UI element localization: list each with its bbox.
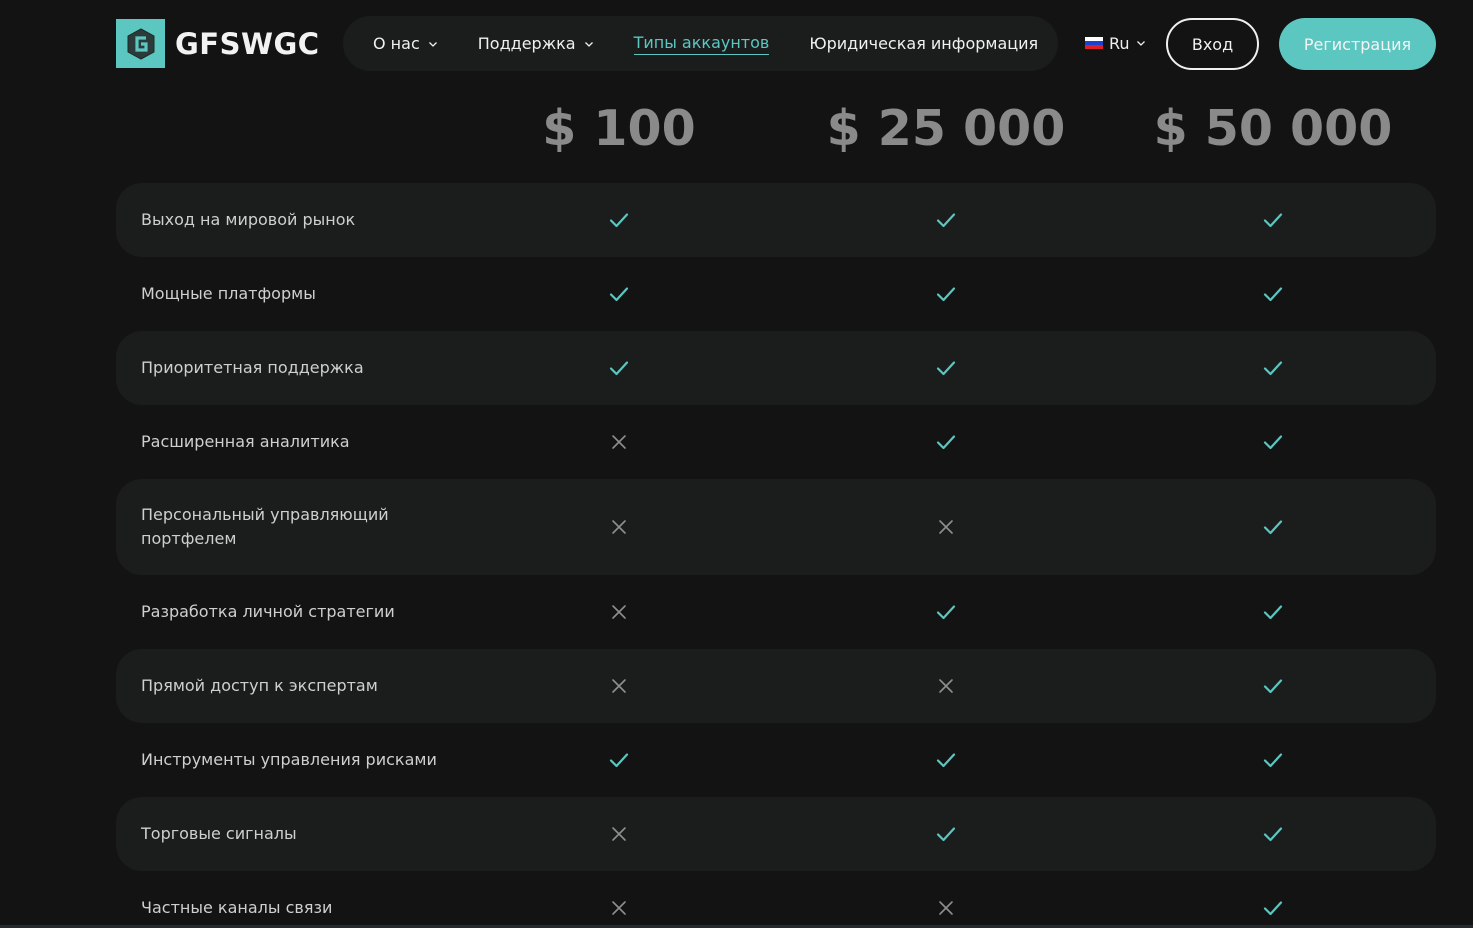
check-icon [1263,284,1283,304]
check-icon [936,750,956,770]
check-icon [936,432,956,452]
cross-icon [609,432,629,452]
check-icon [1263,432,1283,452]
table-row: Разработка личной стратегии [116,575,1436,649]
feature-label: Расширенная аналитика [141,432,350,451]
language-label: Ru [1109,33,1130,53]
plan-price-25000: $ 25 000 [826,100,1066,157]
login-button[interactable]: Вход [1166,18,1259,70]
site-header: GFSWGC О нас Поддержка Типы аккаунтов Юр… [0,0,1473,88]
check-icon [609,210,629,230]
cross-icon [936,676,956,696]
chevron-down-icon [584,41,593,47]
table-row: Прямой доступ к экспертам [116,649,1436,723]
table-row: Персональный управляющий портфелем [116,479,1436,575]
feature-label: Торговые сигналы [141,824,297,843]
table-row: Частные каналы связи [116,871,1436,928]
table-row: Расширенная аналитика [116,405,1436,479]
feature-label: Инструменты управления рисками [141,750,437,769]
logo-mark-icon [116,19,165,68]
check-icon [1263,358,1283,378]
table-row: Инструменты управления рисками [116,723,1436,797]
check-icon [1263,676,1283,696]
feature-label: Прямой доступ к экспертам [141,676,378,695]
russia-flag-icon [1085,37,1103,49]
cross-icon [609,824,629,844]
check-icon [609,284,629,304]
check-icon [1263,210,1283,230]
check-icon [936,824,956,844]
check-icon [609,358,629,378]
check-icon [1263,824,1283,844]
cross-icon [936,898,956,918]
table-row: Мощные платформы [116,257,1436,331]
check-icon [609,750,629,770]
feature-label: Разработка личной стратегии [141,602,395,621]
check-icon [936,602,956,622]
feature-label: Мощные платформы [141,284,316,303]
language-selector[interactable]: Ru [1085,32,1146,54]
check-icon [1263,602,1283,622]
chevron-down-icon [1136,41,1145,46]
table-row: Приоритетная поддержка [116,331,1436,405]
nav-item-legal-info[interactable]: Юридическая информация [809,34,1038,53]
nav-item-support[interactable]: Поддержка [478,34,594,53]
logo[interactable]: GFSWGC [116,19,320,68]
check-icon [1263,750,1283,770]
feature-label: Приоритетная поддержка [141,358,364,377]
brand-name: GFSWGC [175,26,320,61]
nav-item-about[interactable]: О нас [373,34,438,53]
feature-label: Персональный управляющий портфелем [141,505,389,548]
check-icon [1263,898,1283,918]
table-row: Торговые сигналы [116,797,1436,871]
check-icon [936,210,956,230]
feature-label: Выход на мировой рынок [141,210,356,229]
check-icon [936,284,956,304]
nav-item-account-types[interactable]: Типы аккаунтов [633,33,770,55]
check-icon [936,358,956,378]
main-nav: О нас Поддержка Типы аккаунтов Юридическ… [343,16,1058,71]
register-button[interactable]: Регистрация [1279,18,1436,70]
cross-icon [936,517,956,537]
cross-icon [609,602,629,622]
cross-icon [609,517,629,537]
plan-price-50000: $ 50 000 [1153,100,1393,157]
plan-price-100: $ 100 [542,100,696,157]
feature-label: Частные каналы связи [141,898,333,917]
features-table: Выход на мировой рынок Мощные платформы Пр… [116,183,1436,928]
cross-icon [609,898,629,918]
chevron-down-icon [428,41,437,47]
check-icon [1263,517,1283,537]
cross-icon [609,676,629,696]
table-row: Выход на мировой рынок [116,183,1436,257]
